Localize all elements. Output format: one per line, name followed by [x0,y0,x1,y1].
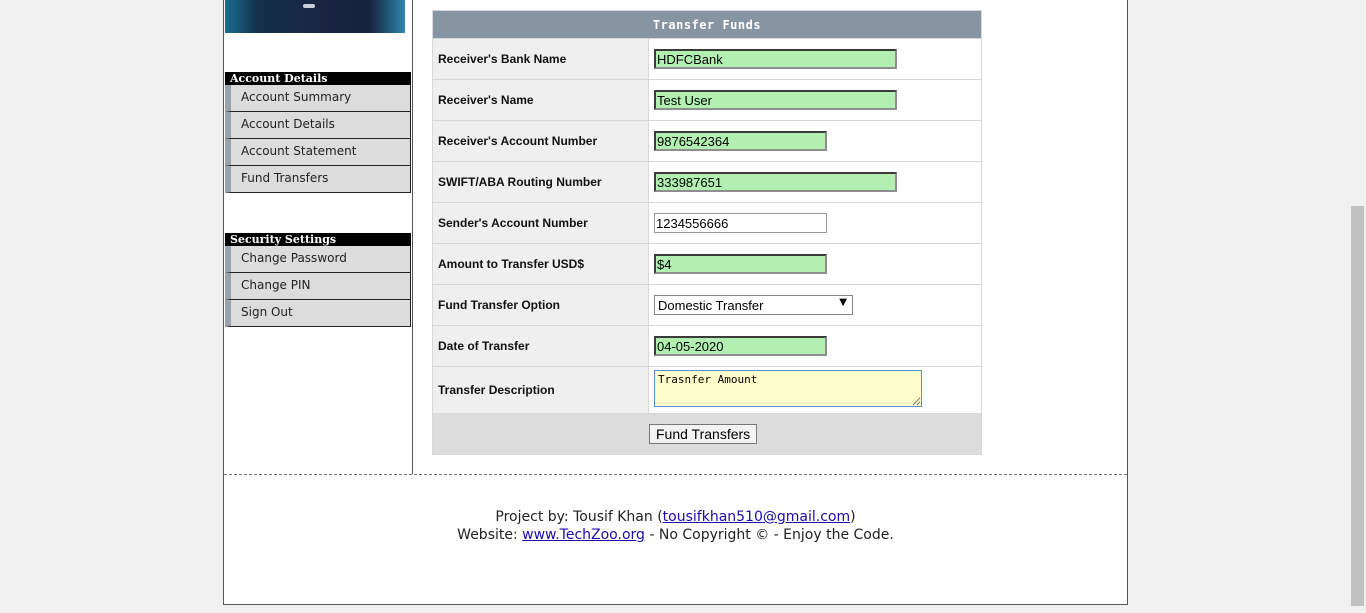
sidebar-item-account-statement[interactable]: Account Statement [225,139,411,166]
description-textarea[interactable]: Trasnfer Amount [654,369,922,407]
form-title: Transfer Funds [432,10,982,39]
receiver-name-input[interactable] [654,90,897,111]
footer-divider [224,474,1127,475]
page-frame: Account Details Account Summary Account … [223,0,1128,605]
receiver-name-label: Receiver's Name [432,79,649,121]
date-input[interactable] [654,336,827,357]
amount-input[interactable] [654,254,827,275]
transfer-funds-form: Transfer Funds Receiver's Bank Name Rece… [432,10,982,455]
transfer-option-select[interactable]: Domestic Transfer [654,295,853,316]
routing-number-label: SWIFT/ABA Routing Number [432,161,649,203]
sidebar-item-account-details[interactable]: Account Details [225,112,411,139]
sidebar-item-fund-transfers[interactable]: Fund Transfers [225,166,411,193]
footer-line-2: Website: www.TechZoo.org - No Copyright … [457,527,894,543]
date-label: Date of Transfer [432,325,649,367]
footer-line-1: Project by: Tousif Khan (tousifkhan510@g… [495,509,856,525]
routing-number-input[interactable] [654,172,897,193]
sender-account-input[interactable] [654,213,827,234]
bank-name-label: Receiver's Bank Name [432,38,649,80]
sidebar: Account Details Account Summary Account … [224,0,413,474]
account-details-header: Account Details [225,72,411,85]
account-number-label: Receiver's Account Number [432,120,649,162]
email-link[interactable]: tousifkhan510@gmail.com [663,509,850,525]
bank-name-input[interactable] [654,49,897,70]
description-label: Transfer Description [432,366,649,414]
sidebar-item-sign-out[interactable]: Sign Out [225,300,411,327]
sender-account-label: Sender's Account Number [432,202,649,244]
fund-transfers-button[interactable]: Fund Transfers [649,424,758,444]
transfer-option-label: Fund Transfer Option [432,284,649,326]
scrollbar-thumb[interactable] [1351,206,1364,606]
sidebar-item-change-pin[interactable]: Change PIN [225,273,411,300]
security-settings-header: Security Settings [225,233,411,246]
website-link[interactable]: www.TechZoo.org [522,527,645,543]
sidebar-item-account-summary[interactable]: Account Summary [225,85,411,112]
user-avatar [225,0,405,33]
account-number-input[interactable] [654,131,827,152]
footer: Project by: Tousif Khan (tousifkhan510@g… [224,508,1127,544]
sidebar-item-change-password[interactable]: Change Password [225,246,411,273]
vertical-scrollbar[interactable] [1349,0,1366,613]
amount-label: Amount to Transfer USD$ [432,243,649,285]
